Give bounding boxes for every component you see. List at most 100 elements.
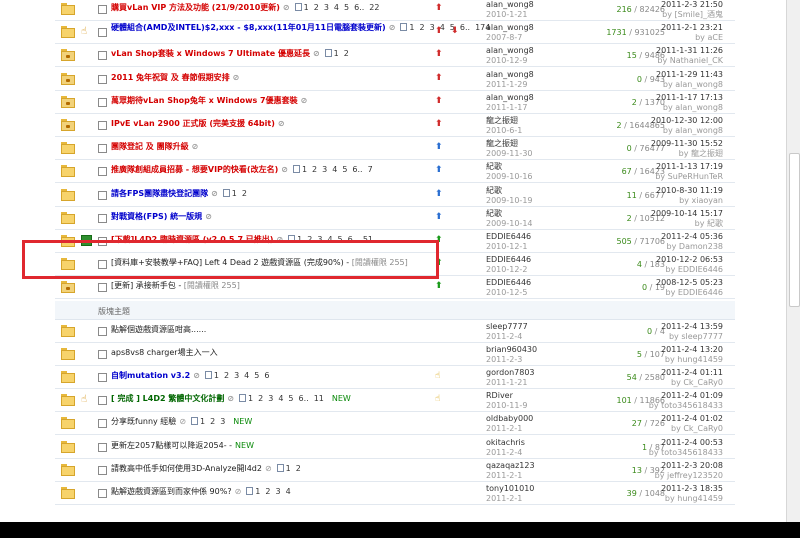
thread-title-text[interactable]: 團隊登記 及 團隊升級 bbox=[111, 142, 189, 151]
last-post-time[interactable]: 2011-2-3 20:08 bbox=[645, 461, 723, 471]
thread-row[interactable]: 自制mutation v3.2 ⊘ 1 2 3 4 5 6 ☝ gordon7803 2011-1-… bbox=[55, 366, 735, 389]
last-post-time[interactable]: 2011-2-4 00:53 bbox=[645, 438, 723, 448]
page-link[interactable]: 4 bbox=[278, 394, 283, 403]
select-checkbox[interactable] bbox=[98, 326, 107, 336]
thread-title[interactable]: 萬眾期待vLan Shop兔年 x Windows 7優惠套裝 ⊘ bbox=[111, 95, 307, 106]
page-link[interactable]: 4 bbox=[332, 165, 337, 174]
thread-row[interactable]: IPvE vLan 2900 正式版 (完美支援 64bit) ⊘ ⬆ 龍之振翅 201… bbox=[55, 114, 735, 137]
last-post-time[interactable]: 2011-2-4 13:20 bbox=[645, 345, 723, 355]
page-link[interactable]: 1 bbox=[304, 3, 309, 12]
thread-title[interactable]: 分享既funny 經驗 ⊘ 1 2 3 NEW bbox=[111, 416, 252, 427]
page-link[interactable]: 2 bbox=[265, 487, 270, 496]
thread-title-text[interactable]: 請各FPS團隊盡快登記團隊 bbox=[111, 189, 208, 198]
last-post-time[interactable]: 2011-1-17 17:13 bbox=[645, 93, 723, 103]
last-post-by[interactable]: by 龍之振翅 bbox=[645, 149, 723, 159]
thread-row[interactable]: 團隊登記 及 團隊升級 ⊘ ⬆ 龍之振翅 2009-11-30 0 / 76477 2009… bbox=[55, 137, 735, 161]
last-post-time[interactable]: 2011-2-3 18:35 bbox=[645, 484, 723, 494]
last-post-time[interactable]: 2011-2-4 05:36 bbox=[645, 232, 723, 242]
thread-row[interactable]: 點解遊戲資源區到而家仲係 90%? ⊘ 1 2 3 4 tony101010 2011-2-1… bbox=[55, 482, 735, 505]
page-link[interactable]: 1 bbox=[232, 189, 237, 198]
page-link[interactable]: 6 bbox=[264, 371, 269, 380]
thread-title-text[interactable]: 點解個遊戲資源區咁高...... bbox=[111, 325, 206, 334]
page-link[interactable]: 4 bbox=[244, 371, 249, 380]
thread-title[interactable]: aps8vs8 charger場主入一入 bbox=[111, 347, 218, 358]
page-link[interactable]: 2 bbox=[314, 3, 319, 12]
select-checkbox[interactable] bbox=[98, 51, 107, 61]
page-link[interactable]: 3 bbox=[275, 487, 280, 496]
author-name[interactable]: qazaqaz123 bbox=[486, 461, 535, 471]
author-name[interactable]: oldbaby000 bbox=[486, 414, 533, 424]
last-post-by[interactable]: by toto345618433 bbox=[645, 448, 723, 458]
last-post-by[interactable]: by alan_wong8 bbox=[645, 80, 723, 90]
page-link[interactable]: 6.. bbox=[352, 165, 362, 174]
thread-title-text[interactable]: 更新左2057點樣可以降返2054- - bbox=[111, 441, 232, 450]
thread-title-text[interactable]: 購買vLan VIP 方法及功能 (21/9/2010更新) bbox=[111, 3, 280, 12]
thread-title-text[interactable]: IPvE vLan 2900 正式版 (完美支援 64bit) bbox=[111, 119, 275, 128]
author-name[interactable]: sleep7777 bbox=[486, 322, 528, 332]
thread-title[interactable]: [更新] 承接新手包 - [閱讀權限 255] bbox=[111, 280, 240, 291]
thread-row[interactable]: ☝ [ 完成 ] L4D2 繁體中文化計劃 ⊘ 1 2 3 4 5 6.. 11 NEW ☝ RDive… bbox=[55, 389, 735, 413]
last-post-by[interactable]: by xiaoyan bbox=[645, 196, 723, 206]
last-post-by[interactable]: by hung41459 bbox=[645, 355, 723, 365]
select-checkbox[interactable] bbox=[98, 167, 107, 177]
author-name[interactable]: 紀歌 bbox=[486, 186, 533, 196]
page-link[interactable]: 3 bbox=[234, 371, 239, 380]
thread-title[interactable]: [ 完成 ] L4D2 繁體中文化計劃 ⊘ 1 2 3 4 5 6.. 11 NEW bbox=[111, 393, 351, 404]
select-checkbox[interactable] bbox=[98, 144, 107, 154]
thread-row[interactable]: 請各FPS團隊盡快登記團隊 ⊘ 1 2 ⬆ 紀歌 2009-10-19 11 / 6677 20… bbox=[55, 184, 735, 207]
thread-title[interactable]: 團隊登記 及 團隊升級 ⊘ bbox=[111, 141, 198, 152]
thread-title[interactable]: 購買vLan VIP 方法及功能 (21/9/2010更新) ⊘ 1 2 3 4 5 6.. 2… bbox=[111, 2, 384, 13]
thread-title-text[interactable]: 萬眾期待vLan Shop兔年 x Windows 7優惠套裝 bbox=[111, 96, 298, 105]
author-name[interactable]: EDDIE6446 bbox=[486, 255, 531, 265]
select-checkbox[interactable] bbox=[98, 283, 107, 293]
thread-title[interactable]: 請各FPS團隊盡快登記團隊 ⊘ 1 2 bbox=[111, 188, 252, 199]
last-post-time[interactable]: 2011-2-4 01:02 bbox=[645, 414, 723, 424]
last-post-by[interactable]: by SuPeRHunTeR bbox=[645, 172, 723, 182]
thread-title[interactable]: 點解個遊戲資源區咁高...... bbox=[111, 324, 206, 335]
author-name[interactable]: RDiver bbox=[486, 391, 527, 401]
page-link[interactable]: 1 bbox=[248, 394, 253, 403]
page-link[interactable]: 6.. bbox=[299, 394, 309, 403]
select-checkbox[interactable] bbox=[98, 28, 107, 38]
last-post-by[interactable]: by Nathaniel_CK bbox=[645, 56, 723, 66]
page-link[interactable]: 3 bbox=[220, 417, 225, 426]
last-post-by[interactable]: by jeffrey123520 bbox=[645, 471, 723, 481]
thread-row[interactable]: 萬眾期待vLan Shop兔年 x Windows 7優惠套裝 ⊘ ⬆ alan_wo… bbox=[55, 91, 735, 114]
select-checkbox[interactable] bbox=[98, 97, 107, 107]
select-checkbox[interactable] bbox=[98, 74, 107, 84]
thread-title[interactable]: vLan Shop套裝 x Windows 7 Ultimate 優惠延長 ⊘ 1 2 bbox=[111, 48, 354, 59]
page-link[interactable]: 3 bbox=[268, 394, 273, 403]
thread-title[interactable]: 推廣隊創組成員招募 - 想要VIP的快看(改左名) ⊘ 1 2 3 4 5 6.. 7 bbox=[111, 164, 378, 175]
thread-row[interactable]: 分享既funny 經驗 ⊘ 1 2 3 NEW oldbaby000 2011-2-1 27 /… bbox=[55, 412, 735, 436]
thread-title-text[interactable]: 硬體組合(AMD及INTEL)$2,xxx - $8,xxx(11年01月11日… bbox=[111, 23, 386, 32]
thread-title-text[interactable]: 分享既funny 經驗 bbox=[111, 417, 176, 426]
select-checkbox[interactable] bbox=[98, 489, 107, 498]
select-checkbox[interactable] bbox=[98, 373, 107, 382]
page-link[interactable]: 1 bbox=[214, 371, 219, 380]
page-link[interactable]: 1 bbox=[302, 165, 307, 174]
thread-row[interactable]: 對戰資格(FPS) 統一版規 ⊘ ⬆ 紀歌 2009-10-14 2 / 10512 200… bbox=[55, 207, 735, 230]
last-post-time[interactable]: 2011-2-1 23:21 bbox=[645, 23, 723, 33]
last-post-by[interactable]: by hung41459 bbox=[645, 494, 723, 504]
thread-row[interactable]: ☝ 硬體組合(AMD及INTEL)$2,xxx - $8,xxx(11年01月11… bbox=[55, 21, 735, 45]
author-name[interactable]: 紀歌 bbox=[486, 162, 533, 172]
select-checkbox[interactable] bbox=[98, 190, 107, 200]
last-post-time[interactable]: 2011-2-4 13:59 bbox=[645, 322, 723, 332]
author-name[interactable]: EDDIE6446 bbox=[486, 278, 531, 288]
thread-title-text[interactable]: vLan Shop套裝 x Windows 7 Ultimate 優惠延長 bbox=[111, 49, 310, 58]
thread-title[interactable]: 請教高中低手如何使用3D-Analyze開l4d2 ⊘ 1 2 bbox=[111, 463, 306, 474]
thread-row[interactable]: 更新左2057點樣可以降返2054- - NEW okitachris 2011-2-… bbox=[55, 436, 735, 459]
author-name[interactable]: alan_wong8 bbox=[486, 46, 534, 56]
last-post-time[interactable]: 2010-12-30 12:00 bbox=[645, 116, 723, 126]
page-link[interactable]: 6.. bbox=[354, 3, 364, 12]
thread-title-text[interactable]: 自制mutation v3.2 bbox=[111, 371, 190, 380]
last-post-time[interactable]: 2010-8-30 11:19 bbox=[645, 186, 723, 196]
thread-row[interactable]: vLan Shop套裝 x Windows 7 Ultimate 優惠延長 ⊘ 1 2… bbox=[55, 44, 735, 68]
thread-title[interactable]: 更新左2057點樣可以降返2054- - NEW bbox=[111, 440, 254, 451]
last-post-by[interactable]: by Ck_CaRy0 bbox=[645, 424, 723, 434]
thread-title[interactable]: 2011 兔年祝賀 及 春節假期安排 ⊘ bbox=[111, 72, 239, 83]
page-link[interactable]: 2 bbox=[242, 189, 247, 198]
author-name[interactable]: alan_wong8 bbox=[486, 70, 534, 80]
thread-row[interactable]: [更新] 承接新手包 - [閱讀權限 255] ⬆ EDDIE6446 2010-12… bbox=[55, 276, 735, 300]
vertical-scrollbar[interactable] bbox=[786, 0, 800, 522]
